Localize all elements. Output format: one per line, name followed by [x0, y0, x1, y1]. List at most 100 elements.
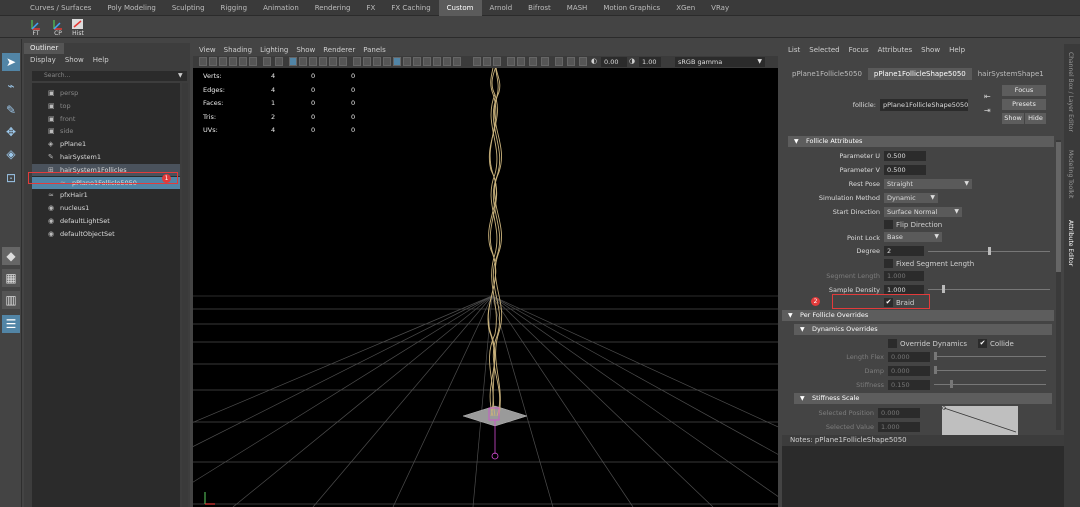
single-view-icon[interactable]: ◆	[2, 247, 20, 265]
image-plane-icon[interactable]	[229, 57, 237, 66]
shelf-tab-rendering[interactable]: Rendering	[307, 0, 359, 16]
viewport-menu-renderer[interactable]: Renderer	[323, 44, 355, 56]
field-chart-icon[interactable]	[319, 57, 327, 66]
damp-slider[interactable]	[934, 370, 1046, 371]
shelf-tab-fx-caching[interactable]: FX Caching	[383, 0, 438, 16]
hide-button[interactable]: Hide	[1025, 113, 1046, 124]
ae-menu-show[interactable]: Show	[921, 44, 940, 56]
grid-icon[interactable]	[555, 57, 563, 66]
isolate-select-icon[interactable]	[473, 57, 481, 66]
presets-button[interactable]: Presets	[1002, 99, 1046, 110]
notes-textarea[interactable]	[782, 446, 1064, 507]
sample-density-slider-knob[interactable]	[942, 285, 945, 293]
shelf-button-cp[interactable]: CP	[48, 17, 68, 37]
move-tool-icon[interactable]: ✥	[2, 123, 20, 141]
start-direction-dropdown[interactable]: Surface Normal ▼	[884, 207, 962, 217]
stiffness-slider-knob[interactable]	[950, 380, 953, 388]
ae-menu-attributes[interactable]: Attributes	[878, 44, 913, 56]
chevron-down-icon[interactable]: ▼	[178, 72, 183, 79]
shelf-tab-xgen[interactable]: XGen	[668, 0, 703, 16]
outliner-item[interactable]: ✎ hairSystem1	[32, 151, 180, 163]
rotate-tool-icon[interactable]: ◈	[2, 145, 20, 163]
outliner-tab[interactable]: Outliner	[24, 43, 65, 54]
outliner-item[interactable]: ≈ pfxHair1	[32, 189, 180, 201]
shelf-tab-animation[interactable]: Animation	[255, 0, 307, 16]
flip-direction-checkbox[interactable]	[884, 220, 893, 229]
smooth-shade-icon[interactable]	[363, 57, 371, 66]
lock-camera-icon[interactable]	[263, 57, 271, 66]
shelf-tab-motion-graphics[interactable]: Motion Graphics	[595, 0, 668, 16]
section-dynamics-overrides[interactable]: ▼ Dynamics Overrides	[794, 324, 1052, 335]
outliner-menu-help[interactable]: Help	[93, 55, 109, 66]
section-stiffness-scale[interactable]: ▼ Stiffness Scale	[794, 393, 1052, 404]
gamma-field[interactable]: 1.00	[639, 57, 661, 67]
parameter-v-field[interactable]: 0.500	[884, 165, 926, 175]
degree-slider-knob[interactable]	[988, 247, 991, 255]
paint-select-icon[interactable]: ✎	[2, 101, 20, 119]
select-tool-icon[interactable]: ➤	[2, 53, 20, 71]
resolution-gate-icon[interactable]	[299, 57, 307, 66]
viewport-menu-view[interactable]: View	[199, 44, 216, 56]
shelf-tab-poly-modeling[interactable]: Poly Modeling	[99, 0, 163, 16]
damp-field[interactable]: 0.000	[888, 366, 930, 376]
wireframe-icon[interactable]	[353, 57, 361, 66]
sample-density-slider[interactable]	[928, 289, 1050, 290]
outliner-item[interactable]: ◉ nucleus1	[32, 202, 180, 214]
tab-follicle-shape[interactable]: pPlane1FollicleShape5050	[867, 68, 972, 80]
film-gate-icon[interactable]	[275, 57, 283, 66]
viewport-menu-shading[interactable]: Shading	[224, 44, 252, 56]
bookmark-icon[interactable]	[219, 57, 227, 66]
lights-icon[interactable]	[403, 57, 411, 66]
viewport-menu-panels[interactable]: Panels	[363, 44, 386, 56]
tab-hair-system-shape[interactable]: hairSystemShape1	[972, 68, 1050, 80]
textured-icon[interactable]	[393, 57, 401, 66]
shelf-tab-custom[interactable]: Custom	[438, 0, 482, 16]
stiffness-field[interactable]: 0.150	[888, 380, 930, 390]
point-lock-dropdown[interactable]: Base ▼	[884, 232, 942, 242]
shadows-icon[interactable]	[413, 57, 421, 66]
shelf-tab-bifrost[interactable]: Bifrost	[520, 0, 559, 16]
scale-tool-icon[interactable]: ⊡	[2, 169, 20, 187]
outliner-item[interactable]: ▣ side	[32, 125, 180, 137]
shelf-tab-sculpting[interactable]: Sculpting	[164, 0, 213, 16]
stiffness-scale-ramp[interactable]	[942, 406, 1018, 436]
ae-menu-focus[interactable]: Focus	[849, 44, 869, 56]
degree-field[interactable]: 2	[884, 246, 924, 256]
parameter-u-field[interactable]: 0.500	[884, 151, 926, 161]
lasso-tool-icon[interactable]: ⌁	[2, 77, 20, 95]
anti-aliasing-icon[interactable]	[443, 57, 451, 66]
show-button[interactable]: Show	[1002, 113, 1024, 124]
override-dynamics-checkbox[interactable]	[888, 339, 897, 348]
shelf-tab-mash[interactable]: MASH	[559, 0, 596, 16]
attribute-editor-scroll-thumb[interactable]	[1056, 142, 1061, 272]
simulation-method-dropdown[interactable]: Dynamic ▼	[884, 193, 938, 203]
side-tab-attribute-editor[interactable]: Attribute Editor	[1067, 220, 1074, 266]
gate-mask-icon[interactable]	[309, 57, 317, 66]
rest-pose-dropdown[interactable]: Straight ▼	[884, 179, 972, 189]
outliner-item[interactable]: ◉ defaultObjectSet	[32, 228, 180, 240]
ambient-occlusion-icon[interactable]	[423, 57, 431, 66]
section-follicle-attributes[interactable]: ▼ Follicle Attributes	[788, 136, 1054, 147]
outliner-search-input[interactable]: Search...	[32, 71, 187, 81]
xray-active-icon[interactable]	[493, 57, 501, 66]
segment-length-field[interactable]: 1.000	[884, 271, 924, 281]
exposure-field[interactable]: 0.00	[601, 57, 627, 67]
ae-menu-help[interactable]: Help	[949, 44, 965, 56]
selected-position-field[interactable]: 0.000	[878, 408, 920, 418]
outliner-item[interactable]: ◈ pPlane1	[32, 138, 180, 150]
hud-icon[interactable]	[567, 57, 575, 66]
shelf-button-ft[interactable]: FT	[26, 17, 46, 37]
two-view-icon[interactable]: ▥	[2, 291, 20, 309]
color-space-dropdown[interactable]: sRGB gamma ▼	[675, 57, 765, 67]
2d-pan-icon[interactable]	[239, 57, 247, 66]
section-per-follicle-overrides[interactable]: ▼ Per Follicle Overrides	[782, 310, 1054, 321]
outliner-menu-show[interactable]: Show	[65, 55, 84, 66]
focus-button[interactable]: Focus	[1002, 85, 1046, 96]
tab-follicle-transform[interactable]: pPlane1Follicle5050	[786, 68, 868, 80]
camera-attr-icon[interactable]	[209, 57, 217, 66]
outliner-item[interactable]: ◉ defaultLightSet	[32, 215, 180, 227]
grid-toggle-icon[interactable]	[289, 57, 297, 66]
safe-title-icon[interactable]	[339, 57, 347, 66]
shelf-tab-arnold[interactable]: Arnold	[482, 0, 521, 16]
shelf-tab-curves-surfaces[interactable]: Curves / Surfaces	[22, 0, 99, 16]
